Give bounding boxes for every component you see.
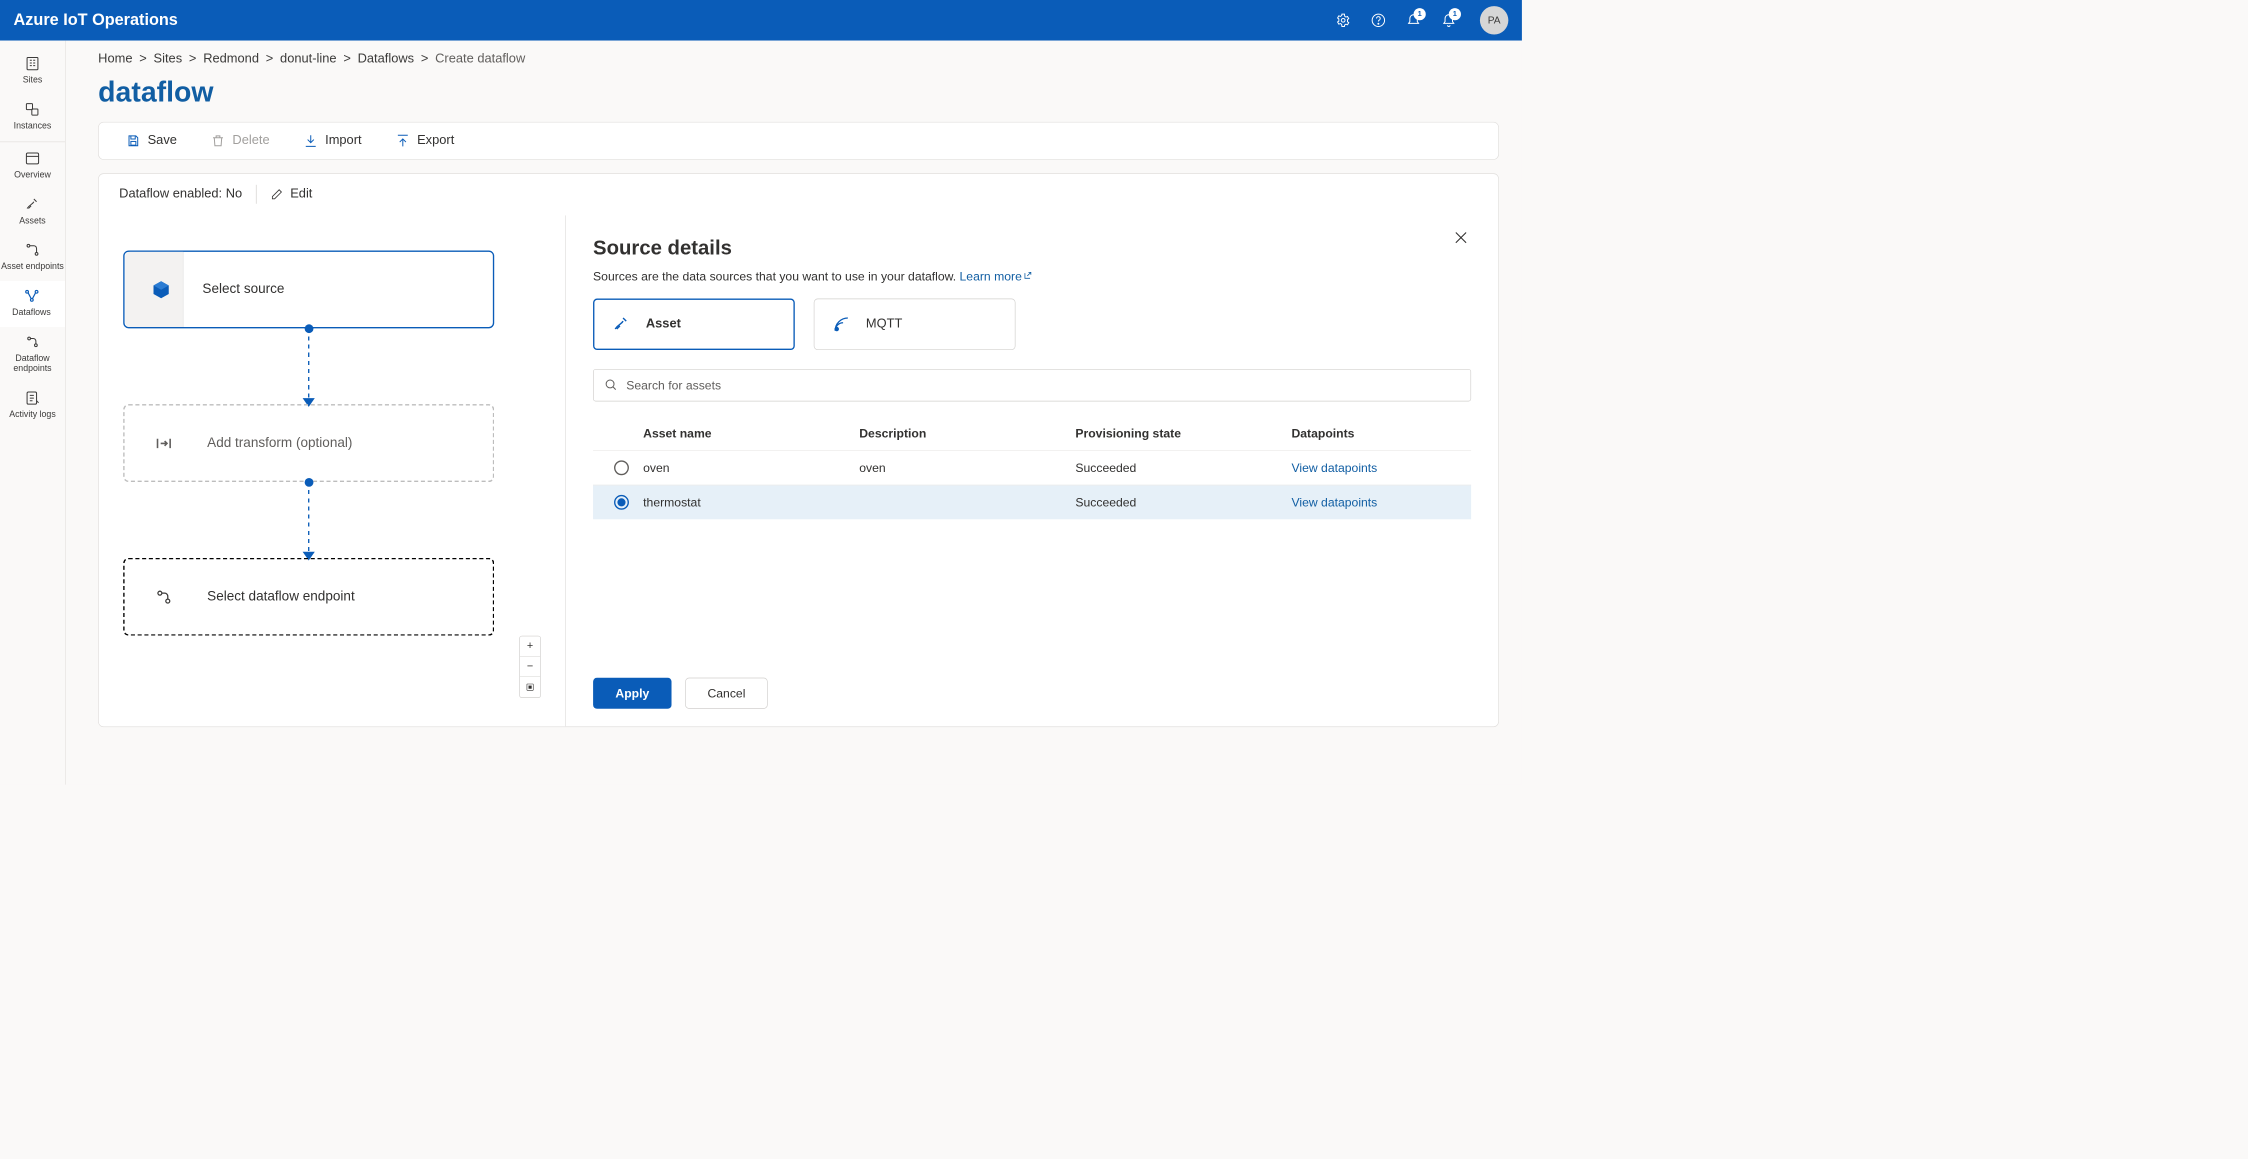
transform-icon [139, 406, 188, 481]
import-label: Import [325, 133, 361, 148]
sidenav-label: Dataflow endpoints [0, 352, 65, 373]
tab-label: Asset [646, 317, 681, 332]
sidenav-dataflow-endpoints[interactable]: Dataflow endpoints [0, 327, 65, 383]
zoom-fit-button[interactable] [520, 677, 540, 697]
search-icon [604, 378, 618, 392]
view-datapoints-link[interactable]: View datapoints [1291, 461, 1464, 475]
cancel-button[interactable]: Cancel [685, 678, 768, 709]
node-endpoint[interactable]: Select dataflow endpoint [123, 558, 494, 636]
source-type-tabs: Asset MQTT [593, 299, 1471, 350]
zoom-in-button[interactable]: + [520, 636, 540, 656]
breadcrumb-item[interactable]: Redmond [203, 51, 259, 66]
node-source[interactable]: Select source [123, 250, 494, 328]
feedback-bell-icon[interactable]: 1 [1405, 12, 1421, 28]
header-actions: 1 1 PA [1335, 6, 1508, 34]
node-transform-label: Add transform (optional) [207, 435, 352, 451]
node-endpoint-label: Select dataflow endpoint [207, 589, 355, 605]
sidenav-overview[interactable]: Overview [0, 144, 65, 190]
apply-button[interactable]: Apply [593, 678, 672, 709]
endpoint-icon [139, 559, 188, 634]
node-source-label: Select source [202, 282, 284, 298]
delete-button: Delete [211, 133, 270, 148]
sidenav-sites[interactable]: Sites [0, 49, 65, 95]
main-content: Home> Sites> Redmond> donut-line> Datafl… [66, 41, 1522, 785]
badge-2: 1 [1449, 8, 1461, 20]
col-description: Description [859, 427, 1075, 441]
cell-name: oven [643, 461, 859, 475]
details-footer: Apply Cancel [593, 664, 1471, 709]
learn-more-link[interactable]: Learn more [960, 269, 1033, 283]
edit-label: Edit [290, 187, 312, 202]
tab-label: MQTT [866, 317, 902, 332]
details-description: Sources are the data sources that you wa… [593, 269, 1471, 283]
asset-search [593, 369, 1471, 401]
col-provisioning-state: Provisioning state [1075, 427, 1291, 441]
sidenav-activity-logs[interactable]: Activity logs [0, 383, 65, 429]
table-row[interactable]: thermostat Succeeded View datapoints [593, 485, 1471, 520]
breadcrumb-item[interactable]: donut-line [280, 51, 336, 66]
page-title: dataflow [98, 76, 1499, 108]
breadcrumb: Home> Sites> Redmond> donut-line> Datafl… [98, 51, 1499, 66]
external-link-icon [1023, 269, 1032, 278]
table-header-row: Asset name Description Provisioning stat… [593, 417, 1471, 450]
sidenav-dataflows[interactable]: Dataflows [0, 281, 65, 327]
breadcrumb-item[interactable]: Sites [154, 51, 183, 66]
col-asset-name: Asset name [643, 427, 859, 441]
dataflow-panel: Dataflow enabled: No Edit Select source [98, 173, 1499, 727]
type-tab-asset[interactable]: Asset [593, 299, 795, 350]
sidenav-label: Instances [14, 120, 52, 131]
export-button[interactable]: Export [395, 133, 454, 148]
cell-state: Succeeded [1075, 461, 1291, 475]
sidenav-label: Overview [14, 169, 51, 180]
col-datapoints: Datapoints [1291, 427, 1464, 441]
sidenav-label: Activity logs [9, 409, 55, 420]
sidenav-label: Assets [19, 215, 45, 226]
help-icon[interactable] [1370, 12, 1386, 28]
breadcrumb-item[interactable]: Home [98, 51, 132, 66]
row-radio[interactable] [614, 460, 629, 475]
toolbar: Save Delete Import Export [98, 122, 1499, 160]
search-input[interactable] [593, 369, 1471, 401]
delete-label: Delete [232, 133, 269, 148]
row-radio[interactable] [614, 495, 629, 510]
source-details-pane: Source details Sources are the data sour… [566, 215, 1498, 726]
type-tab-mqtt[interactable]: MQTT [814, 299, 1016, 350]
notifications-bell-icon[interactable]: 1 [1441, 12, 1457, 28]
dataflow-canvas: Select source Add transform (optional) [99, 215, 566, 726]
dataflow-enabled-text: Dataflow enabled: No [119, 187, 242, 202]
export-label: Export [417, 133, 454, 148]
node-transform[interactable]: Add transform (optional) [123, 404, 494, 482]
sidenav-asset-endpoints[interactable]: Asset endpoints [0, 235, 65, 281]
brand-title: Azure IoT Operations [14, 11, 178, 30]
sidenav-label: Sites [23, 74, 43, 85]
breadcrumb-item[interactable]: Dataflows [358, 51, 414, 66]
import-button[interactable]: Import [303, 133, 361, 148]
avatar[interactable]: PA [1480, 6, 1508, 34]
breadcrumb-current: Create dataflow [435, 51, 525, 66]
close-button[interactable] [1452, 229, 1470, 247]
cell-desc: oven [859, 461, 1075, 475]
side-nav: Sites Instances Overview Assets Asset en… [0, 41, 66, 785]
sidenav-instances[interactable]: Instances [0, 95, 65, 141]
edit-button[interactable]: Edit [270, 187, 312, 202]
sidenav-assets[interactable]: Assets [0, 189, 65, 235]
cell-name: thermostat [643, 495, 859, 509]
table-row[interactable]: oven oven Succeeded View datapoints [593, 450, 1471, 485]
cell-state: Succeeded [1075, 495, 1291, 509]
zoom-control: + − [519, 636, 541, 698]
sidenav-label: Asset endpoints [1, 261, 64, 272]
details-title: Source details [593, 237, 1471, 260]
panel-header: Dataflow enabled: No Edit [99, 174, 1498, 215]
save-button[interactable]: Save [126, 133, 177, 148]
save-label: Save [148, 133, 177, 148]
settings-icon[interactable] [1335, 12, 1351, 28]
badge-1: 1 [1414, 8, 1426, 20]
cube-icon [125, 252, 183, 327]
sidenav-label: Dataflows [12, 307, 51, 318]
zoom-out-button[interactable]: − [520, 657, 540, 677]
asset-table: Asset name Description Provisioning stat… [593, 416, 1471, 664]
global-header: Azure IoT Operations 1 1 PA [0, 0, 1522, 41]
view-datapoints-link[interactable]: View datapoints [1291, 495, 1464, 509]
